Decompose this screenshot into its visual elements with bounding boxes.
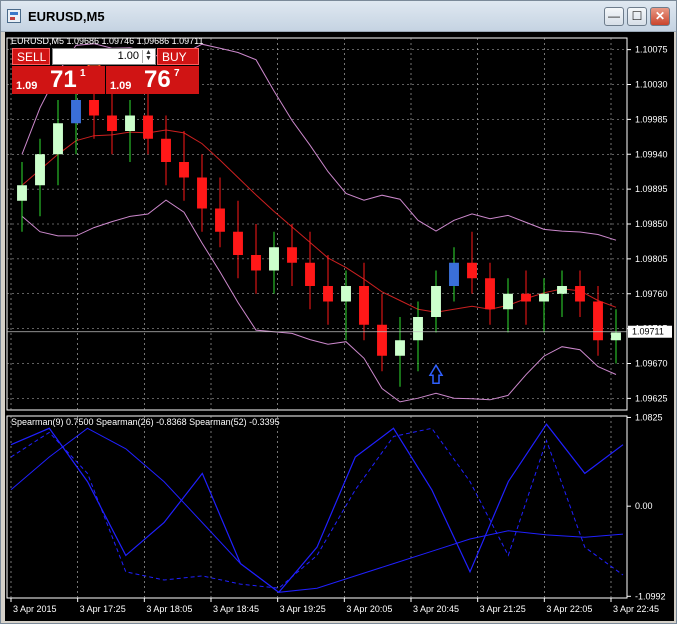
indicator-tick-label: 0.00 bbox=[635, 501, 653, 511]
price-tick-label: 1.09760 bbox=[635, 289, 668, 299]
lot-spinner-icon[interactable]: ▲ ▼ bbox=[142, 49, 154, 63]
time-tick-label: 3 Apr 20:45 bbox=[413, 604, 459, 614]
buy-signal-arrow-icon bbox=[428, 363, 444, 384]
time-tick-label: 3 Apr 17:25 bbox=[80, 604, 126, 614]
chart-icon bbox=[7, 9, 21, 23]
indicator-tick-label: -1.0992 bbox=[635, 591, 666, 601]
chart-window: EURUSD,M5 — ☐ ✕ 1.10075 1.10030 1.09985 1.0… bbox=[0, 0, 677, 624]
sell-quote-prefix: 1.09 bbox=[16, 80, 38, 92]
buy-quote-sup: 7 bbox=[174, 68, 180, 79]
candle-body bbox=[395, 340, 405, 356]
candle-body bbox=[35, 154, 45, 186]
candle-body bbox=[215, 208, 225, 232]
minimize-button[interactable]: — bbox=[604, 7, 624, 26]
buy-quote-big: 76 bbox=[144, 66, 171, 93]
buy-button[interactable]: BUY bbox=[157, 48, 199, 65]
time-tick-label: 3 Apr 21:25 bbox=[480, 604, 526, 614]
price-tick-label: 1.09625 bbox=[635, 393, 668, 403]
candle-body bbox=[233, 231, 243, 255]
price-tick-label: 1.09940 bbox=[635, 149, 668, 159]
candle-body bbox=[251, 255, 261, 271]
candle-body bbox=[557, 286, 567, 294]
candle-body bbox=[467, 262, 477, 279]
lot-size-input[interactable]: 1.00 ▲ ▼ bbox=[52, 48, 156, 65]
sell-quote-big: 71 bbox=[50, 66, 77, 93]
title-bar[interactable]: EURUSD,M5 — ☐ ✕ bbox=[1, 1, 676, 32]
time-tick-label: 3 Apr 22:05 bbox=[546, 604, 592, 614]
lot-size-value: 1.00 bbox=[117, 50, 139, 62]
price-chart[interactable]: 1.10075 1.10030 1.09985 1.09940 1.09895 1.098… bbox=[5, 32, 674, 621]
chart-grid bbox=[6, 37, 628, 599]
candle-body bbox=[503, 293, 513, 310]
current-price-label: 1.09711 bbox=[632, 327, 664, 337]
close-button[interactable]: ✕ bbox=[650, 7, 670, 26]
price-tick-label: 1.09805 bbox=[635, 254, 668, 264]
chart-header: EURUSD,M5 1.09686 1.09746 1.09686 1.0971… bbox=[11, 36, 203, 46]
buy-quote-prefix: 1.09 bbox=[110, 80, 132, 92]
time-tick-label: 3 Apr 18:45 bbox=[213, 604, 259, 614]
candle-body bbox=[143, 115, 153, 139]
candle-body bbox=[485, 278, 495, 310]
indicator-header: Spearman(9) 0.7500 Spearman(26) -0.8368 … bbox=[11, 417, 280, 427]
sell-quote-sup: 1 bbox=[80, 68, 86, 79]
price-tick-label: 1.09985 bbox=[635, 114, 668, 124]
time-tick-label: 3 Apr 2015 bbox=[13, 604, 57, 614]
chart-area[interactable]: 1.10075 1.10030 1.09985 1.09940 1.09895 1.098… bbox=[5, 32, 674, 621]
window-title: EURUSD,M5 bbox=[28, 9, 105, 24]
candle-body bbox=[89, 100, 99, 116]
candle-body bbox=[179, 162, 189, 178]
maximize-button[interactable]: ☐ bbox=[627, 7, 647, 26]
candle-body bbox=[593, 301, 603, 341]
time-tick-label: 3 Apr 18:05 bbox=[146, 604, 192, 614]
candle-body bbox=[413, 317, 423, 341]
candle-body bbox=[539, 293, 549, 302]
candle-body bbox=[377, 324, 387, 356]
candle-body bbox=[305, 262, 315, 286]
candle-body bbox=[269, 247, 279, 271]
candle-body bbox=[197, 177, 207, 209]
candle-body bbox=[521, 293, 531, 302]
candle-body bbox=[107, 115, 117, 131]
spearman-line-2 bbox=[10, 427, 624, 589]
one-click-trading-panel: SELL 1.00 ▲ ▼ BUY 1.09 71 1 1.09 76 7 bbox=[12, 48, 203, 94]
candle-body bbox=[323, 286, 333, 302]
sell-button[interactable]: SELL bbox=[12, 48, 50, 65]
candle-body bbox=[449, 262, 459, 286]
candle-body bbox=[575, 286, 585, 302]
time-tick-label: 3 Apr 22:45 bbox=[613, 604, 659, 614]
candles bbox=[17, 64, 621, 387]
time-tick-label: 3 Apr 19:25 bbox=[280, 604, 326, 614]
sell-quote[interactable]: 1.09 71 1 bbox=[12, 66, 105, 94]
bollinger-bands bbox=[21, 43, 617, 403]
candle-body bbox=[161, 138, 171, 162]
candle-body bbox=[359, 286, 369, 325]
candle-body bbox=[53, 123, 63, 155]
candle-body bbox=[431, 286, 441, 317]
indicator-tick-label: 1.0825 bbox=[635, 412, 663, 422]
moving-average-line bbox=[21, 129, 617, 313]
buy-quote[interactable]: 1.09 76 7 bbox=[106, 66, 199, 94]
price-tick-label: 1.10075 bbox=[635, 45, 668, 55]
spearman-line-1 bbox=[10, 423, 624, 594]
candle-body bbox=[341, 286, 351, 302]
axes: 1.10075 1.10030 1.09985 1.09940 1.09895 1.098… bbox=[7, 45, 672, 614]
price-tick-label: 1.09850 bbox=[635, 219, 668, 229]
price-tick-label: 1.09670 bbox=[635, 359, 668, 369]
price-tick-label: 1.10030 bbox=[635, 80, 668, 90]
candle-body bbox=[71, 100, 81, 124]
candle-body bbox=[17, 185, 27, 201]
time-tick-label: 3 Apr 20:05 bbox=[346, 604, 392, 614]
candle-body bbox=[125, 115, 135, 131]
spearman-indicator bbox=[10, 423, 624, 594]
price-tick-label: 1.09895 bbox=[635, 184, 668, 194]
candle-body bbox=[287, 247, 297, 263]
candle-body bbox=[611, 332, 621, 341]
